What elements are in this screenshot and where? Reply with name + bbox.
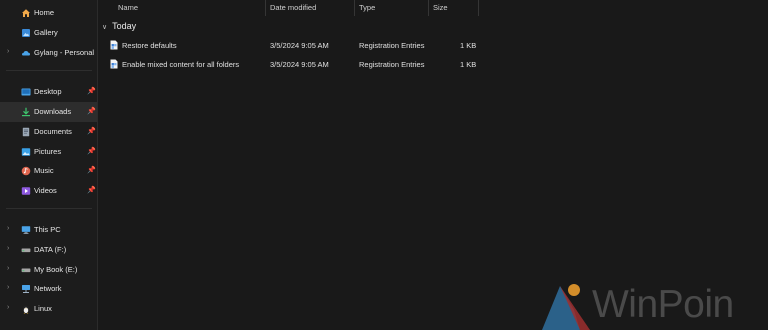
sidebar-item-label: Desktop (34, 87, 62, 96)
pin-icon[interactable]: 📌 (87, 186, 96, 194)
sidebar-divider (6, 208, 92, 209)
chevron-right-icon[interactable]: › (7, 245, 9, 252)
chevron-right-icon[interactable]: › (7, 48, 9, 55)
file-name: Enable mixed content for all folders (122, 60, 240, 69)
sidebar-item-linux[interactable]: › Linux (0, 299, 97, 319)
column-header-type[interactable]: Type (359, 3, 375, 12)
pin-icon[interactable]: 📌 (87, 87, 96, 95)
column-header-row: Name Date modified Type Size (98, 0, 498, 16)
sidebar-item-label: Home (34, 8, 55, 17)
chevron-right-icon[interactable]: › (7, 225, 9, 232)
file-type: Registration Entries (359, 60, 425, 69)
sidebar-item-documents[interactable]: Documents 📌 (0, 122, 97, 142)
chevron-down-icon[interactable]: ∨ (102, 24, 107, 31)
sidebar-item-data-drive[interactable]: › DATA (F:) (0, 240, 97, 260)
group-header-today[interactable]: ∨ Today (102, 21, 136, 31)
file-size: 1 KB (460, 41, 477, 50)
chevron-right-icon[interactable]: › (7, 284, 9, 291)
sidebar-item-downloads[interactable]: Downloads 📌 (0, 102, 97, 122)
chevron-right-icon[interactable]: › (7, 265, 9, 272)
network-icon (22, 285, 30, 293)
onedrive-cloud-icon (22, 51, 30, 56)
file-date: 3/5/2024 9:05 AM (270, 60, 329, 69)
column-resize-handle[interactable] (265, 0, 266, 16)
sidebar-item-label: DATA (F:) (34, 245, 67, 254)
file-name: Restore defaults (122, 41, 177, 50)
column-header-name[interactable]: Name (118, 3, 138, 12)
navigation-pane: Home Gallery › Gylang - Personal Desktop… (0, 0, 98, 330)
linux-penguin-icon (22, 305, 30, 314)
watermark-text: WinPoin (592, 283, 734, 326)
pin-icon[interactable]: 📌 (87, 166, 96, 174)
sidebar-item-label: Downloads (34, 107, 72, 116)
sidebar-item-gallery[interactable]: Gallery (0, 23, 97, 43)
pin-icon[interactable]: 📌 (87, 147, 96, 155)
sidebar-item-desktop[interactable]: Desktop 📌 (0, 82, 97, 102)
drive-icon (21, 248, 31, 253)
sidebar-divider (6, 70, 92, 71)
column-resize-handle[interactable] (354, 0, 355, 16)
sidebar-item-this-pc[interactable]: › This PC (0, 220, 97, 240)
group-label: Today (112, 21, 137, 31)
sidebar-item-label: Gallery (34, 28, 58, 37)
chevron-right-icon[interactable]: › (7, 304, 9, 311)
column-header-size[interactable]: Size (433, 3, 448, 12)
videos-icon (21, 187, 31, 195)
music-icon (21, 166, 31, 176)
sidebar-item-videos[interactable]: Videos 📌 (0, 181, 97, 201)
sidebar-item-pictures[interactable]: Pictures 📌 (0, 142, 97, 162)
sidebar-item-network[interactable]: › Network (0, 279, 97, 299)
desktop-icon (21, 88, 31, 96)
sidebar-item-home[interactable]: Home (0, 3, 97, 23)
file-row[interactable]: Enable mixed content for all folders 3/5… (98, 55, 478, 73)
sidebar-item-label: Pictures (34, 147, 62, 156)
file-type: Registration Entries (359, 41, 425, 50)
this-pc-icon (21, 226, 31, 234)
pictures-icon (21, 148, 31, 156)
sidebar-item-my-book-drive[interactable]: › My Book (E:) (0, 260, 97, 280)
sidebar-item-label: Music (34, 166, 54, 175)
registry-file-icon (110, 59, 118, 69)
sidebar-item-label: Gylang - Personal (34, 48, 95, 57)
drive-icon (21, 268, 31, 273)
file-size: 1 KB (460, 60, 477, 69)
sidebar-item-label: My Book (E:) (34, 265, 78, 274)
pin-icon[interactable]: 📌 (87, 127, 96, 135)
sidebar-item-label: This PC (34, 225, 61, 234)
sidebar-item-label: Documents (34, 127, 72, 136)
registry-file-icon (110, 40, 118, 50)
column-resize-handle[interactable] (428, 0, 429, 16)
column-header-date-modified[interactable]: Date modified (270, 3, 316, 12)
home-icon (22, 9, 30, 17)
sidebar-item-label: Videos (34, 186, 57, 195)
sidebar-item-music[interactable]: Music 📌 (0, 161, 97, 181)
file-date: 3/5/2024 9:05 AM (270, 41, 329, 50)
sidebar-item-label: Linux (34, 304, 52, 313)
file-row[interactable]: Restore defaults 3/5/2024 9:05 AM Regist… (98, 36, 478, 54)
downloads-icon (22, 107, 30, 117)
pin-icon[interactable]: 📌 (87, 107, 96, 115)
column-resize-handle[interactable] (478, 0, 479, 16)
sidebar-item-onedrive[interactable]: › Gylang - Personal (0, 43, 97, 63)
sidebar-item-label: Network (34, 284, 62, 293)
documents-icon (22, 127, 30, 137)
gallery-icon (22, 29, 30, 37)
